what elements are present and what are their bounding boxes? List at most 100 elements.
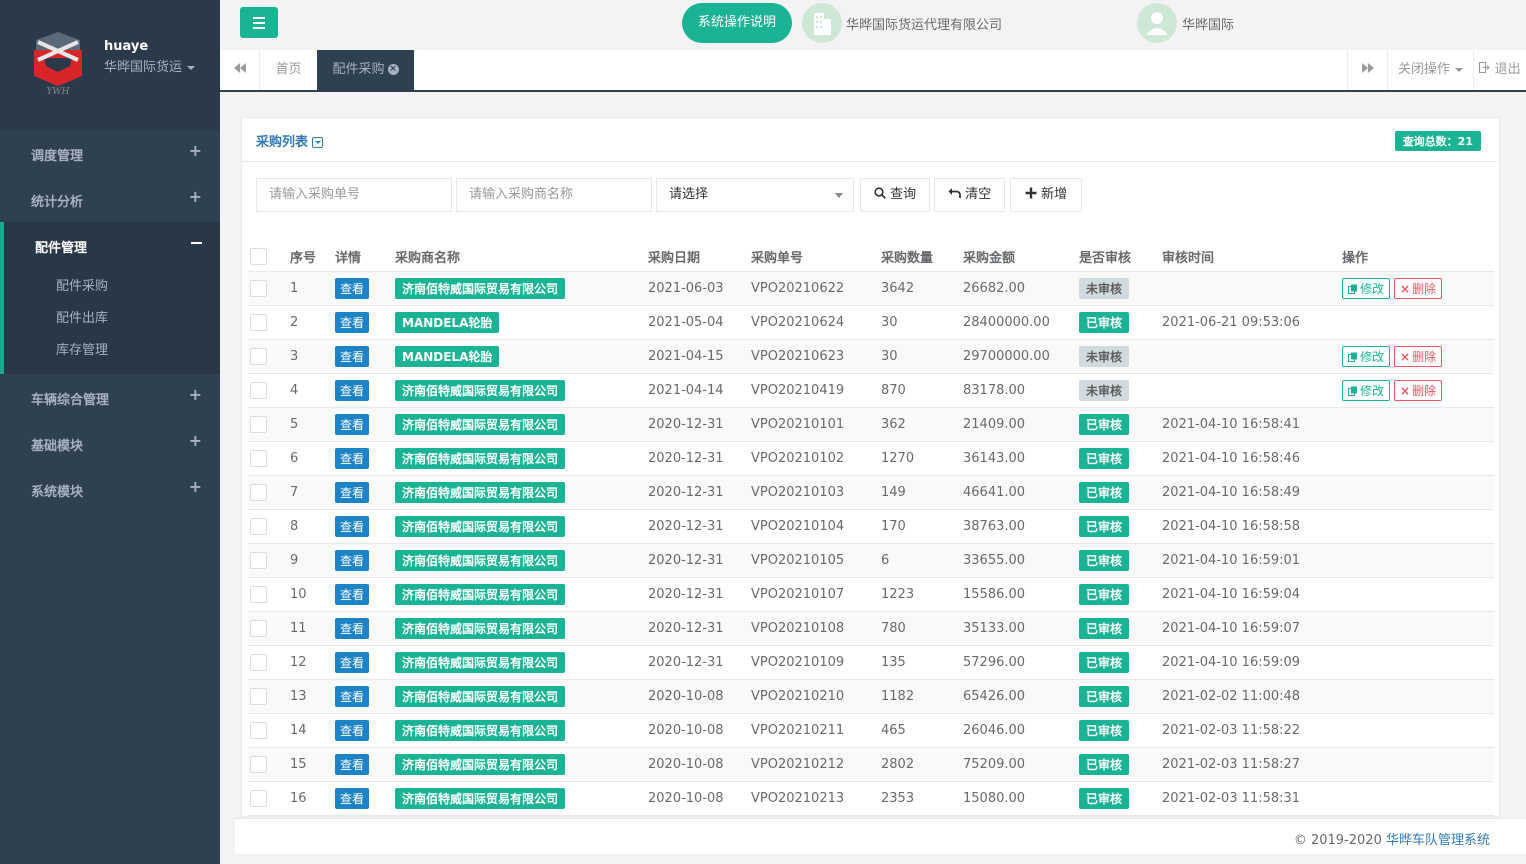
row-checkbox[interactable] — [250, 790, 267, 807]
col-header-date[interactable]: 采购日期 — [648, 242, 700, 271]
row-checkbox[interactable] — [250, 518, 267, 535]
supplier-badge: 济南佰特威国际贸易有限公司 — [395, 516, 566, 537]
cell-date: 2020-12-31 — [648, 587, 724, 602]
cell-qty: 2802 — [881, 757, 915, 772]
view-detail-button[interactable]: 查看 — [335, 754, 370, 775]
clear-button[interactable]: 清空 — [934, 178, 1005, 212]
menu-toggle-button[interactable] — [240, 7, 278, 38]
row-checkbox[interactable] — [250, 586, 267, 603]
sidebar: YWH huaye 华晔国际货运 调度管理 + 统计分析 + 配件管理 配件采购… — [0, 0, 220, 864]
row-checkbox[interactable] — [250, 484, 267, 501]
col-header-order[interactable]: 采购单号 — [751, 242, 803, 271]
caret-down-icon — [187, 65, 196, 70]
row-checkbox[interactable] — [250, 314, 267, 331]
cell-approve-time: 2021-04-10 16:58:46 — [1162, 451, 1301, 466]
copy-icon — [1348, 284, 1357, 294]
view-detail-button[interactable]: 查看 — [335, 652, 370, 673]
order-number-input[interactable]: 请输入采购单号 — [256, 178, 452, 212]
close-ops-dropdown[interactable]: 关闭操作 — [1387, 50, 1473, 90]
row-checkbox[interactable] — [250, 280, 267, 297]
view-detail-button[interactable]: 查看 — [335, 414, 370, 435]
help-button[interactable]: 系统操作说明 — [682, 3, 792, 43]
nav-item-statistics[interactable]: 统计分析 + — [0, 176, 220, 222]
row-checkbox[interactable] — [250, 416, 267, 433]
col-header-supplier[interactable]: 采购商名称 — [395, 242, 460, 271]
tabs-bar: 首页 配件采购 × 关闭操作 退出 — [220, 50, 1526, 92]
view-detail-button[interactable]: 查看 — [335, 278, 370, 299]
cell-order: VPO20210211 — [751, 723, 845, 738]
row-checkbox[interactable] — [250, 688, 267, 705]
delete-button[interactable]: × 删除 — [1394, 380, 1443, 401]
view-detail-button[interactable]: 查看 — [335, 482, 370, 503]
nav-item-vehicles[interactable]: 车辆综合管理 + — [0, 374, 220, 420]
tabs-scroll-left-button[interactable] — [220, 50, 260, 90]
sub-item-inventory[interactable]: 库存管理 — [56, 339, 108, 358]
col-header-detail[interactable]: 详情 — [335, 242, 361, 271]
col-header-amount[interactable]: 采购金额 — [963, 242, 1015, 271]
table-row: 11 查看 济南佰特威国际贸易有限公司 2020-12-31 VPO20210108 78… — [248, 612, 1494, 646]
row-checkbox[interactable] — [250, 756, 267, 773]
logout-button[interactable]: 退出 — [1473, 50, 1526, 90]
nav-item-system[interactable]: 系统模块 + — [0, 466, 220, 512]
view-detail-button[interactable]: 查看 — [335, 686, 370, 707]
view-detail-button[interactable]: 查看 — [335, 312, 370, 333]
row-checkbox[interactable] — [250, 722, 267, 739]
row-checkbox[interactable] — [250, 450, 267, 467]
status-select[interactable]: 请选择 — [656, 178, 854, 212]
view-detail-button[interactable]: 查看 — [335, 346, 370, 367]
tab-parts-purchase[interactable]: 配件采购 × — [317, 50, 414, 90]
view-detail-button[interactable]: 查看 — [335, 618, 370, 639]
edit-button[interactable]: 修改 — [1342, 278, 1391, 299]
col-header-no[interactable]: 序号 — [290, 242, 316, 271]
user-display-name[interactable]: 华晔国际 — [1182, 14, 1234, 33]
status-badge: 已审核 — [1079, 584, 1130, 605]
cell-no: 10 — [290, 587, 307, 602]
nav-item-basic[interactable]: 基础模块 + — [0, 420, 220, 466]
logout-label: 退出 — [1494, 62, 1521, 77]
nav-item-dispatch[interactable]: 调度管理 + — [0, 130, 220, 176]
tabs-scroll-right-button[interactable] — [1347, 50, 1387, 90]
col-header-time[interactable]: 审核时间 — [1162, 242, 1214, 271]
cell-order: VPO20210622 — [751, 281, 845, 296]
cell-approve-time: 2021-02-02 11:00:48 — [1162, 689, 1301, 704]
tab-home[interactable]: 首页 — [260, 50, 317, 90]
close-tab-icon[interactable]: × — [387, 64, 399, 75]
supplier-name-input[interactable]: 请输入采购商名称 — [456, 178, 652, 212]
row-checkbox[interactable] — [250, 654, 267, 671]
view-detail-button[interactable]: 查看 — [335, 720, 370, 741]
collapse-toggle-icon[interactable] — [312, 137, 324, 148]
edit-button[interactable]: 修改 — [1342, 346, 1391, 367]
sub-item-parts-purchase[interactable]: 配件采购 — [56, 275, 108, 294]
view-detail-button[interactable]: 查看 — [335, 788, 370, 809]
nav-item-parts[interactable]: 配件管理 — [35, 237, 87, 256]
col-header-qty[interactable]: 采购数量 — [881, 242, 933, 271]
row-checkbox[interactable] — [250, 382, 267, 399]
user-org-dropdown[interactable]: 华晔国际货运 — [104, 56, 196, 75]
cell-qty: 170 — [881, 519, 906, 534]
delete-button[interactable]: × 删除 — [1394, 346, 1443, 367]
view-detail-button[interactable]: 查看 — [335, 380, 370, 401]
view-detail-button[interactable]: 查看 — [335, 550, 370, 571]
user-avatar-icon[interactable] — [1137, 3, 1177, 43]
row-checkbox[interactable] — [250, 620, 267, 637]
delete-button[interactable]: × 删除 — [1394, 278, 1443, 299]
view-detail-button[interactable]: 查看 — [335, 584, 370, 605]
view-detail-button[interactable]: 查看 — [335, 448, 370, 469]
cell-approve-time: 2021-02-03 11:58:22 — [1162, 723, 1301, 738]
row-checkbox[interactable] — [250, 552, 267, 569]
sub-item-parts-outbound[interactable]: 配件出库 — [56, 307, 108, 326]
footer-brand-link[interactable]: 华晔车队管理系统 — [1386, 833, 1490, 848]
query-button[interactable]: 查询 — [860, 178, 930, 212]
edit-button[interactable]: 修改 — [1342, 380, 1391, 401]
col-header-status[interactable]: 是否审核 — [1079, 242, 1131, 271]
query-label: 查询 — [890, 187, 917, 202]
row-checkbox[interactable] — [250, 348, 267, 365]
select-all-checkbox[interactable] — [250, 248, 267, 265]
panel-title[interactable]: 采购列表 — [256, 131, 324, 150]
supplier-badge: 济南佰特威国际贸易有限公司 — [395, 754, 566, 775]
cell-qty: 1223 — [881, 587, 915, 602]
cell-order: VPO20210419 — [751, 383, 845, 398]
cell-order: VPO20210103 — [751, 485, 845, 500]
view-detail-button[interactable]: 查看 — [335, 516, 370, 537]
add-button[interactable]: 新增 — [1010, 178, 1082, 212]
